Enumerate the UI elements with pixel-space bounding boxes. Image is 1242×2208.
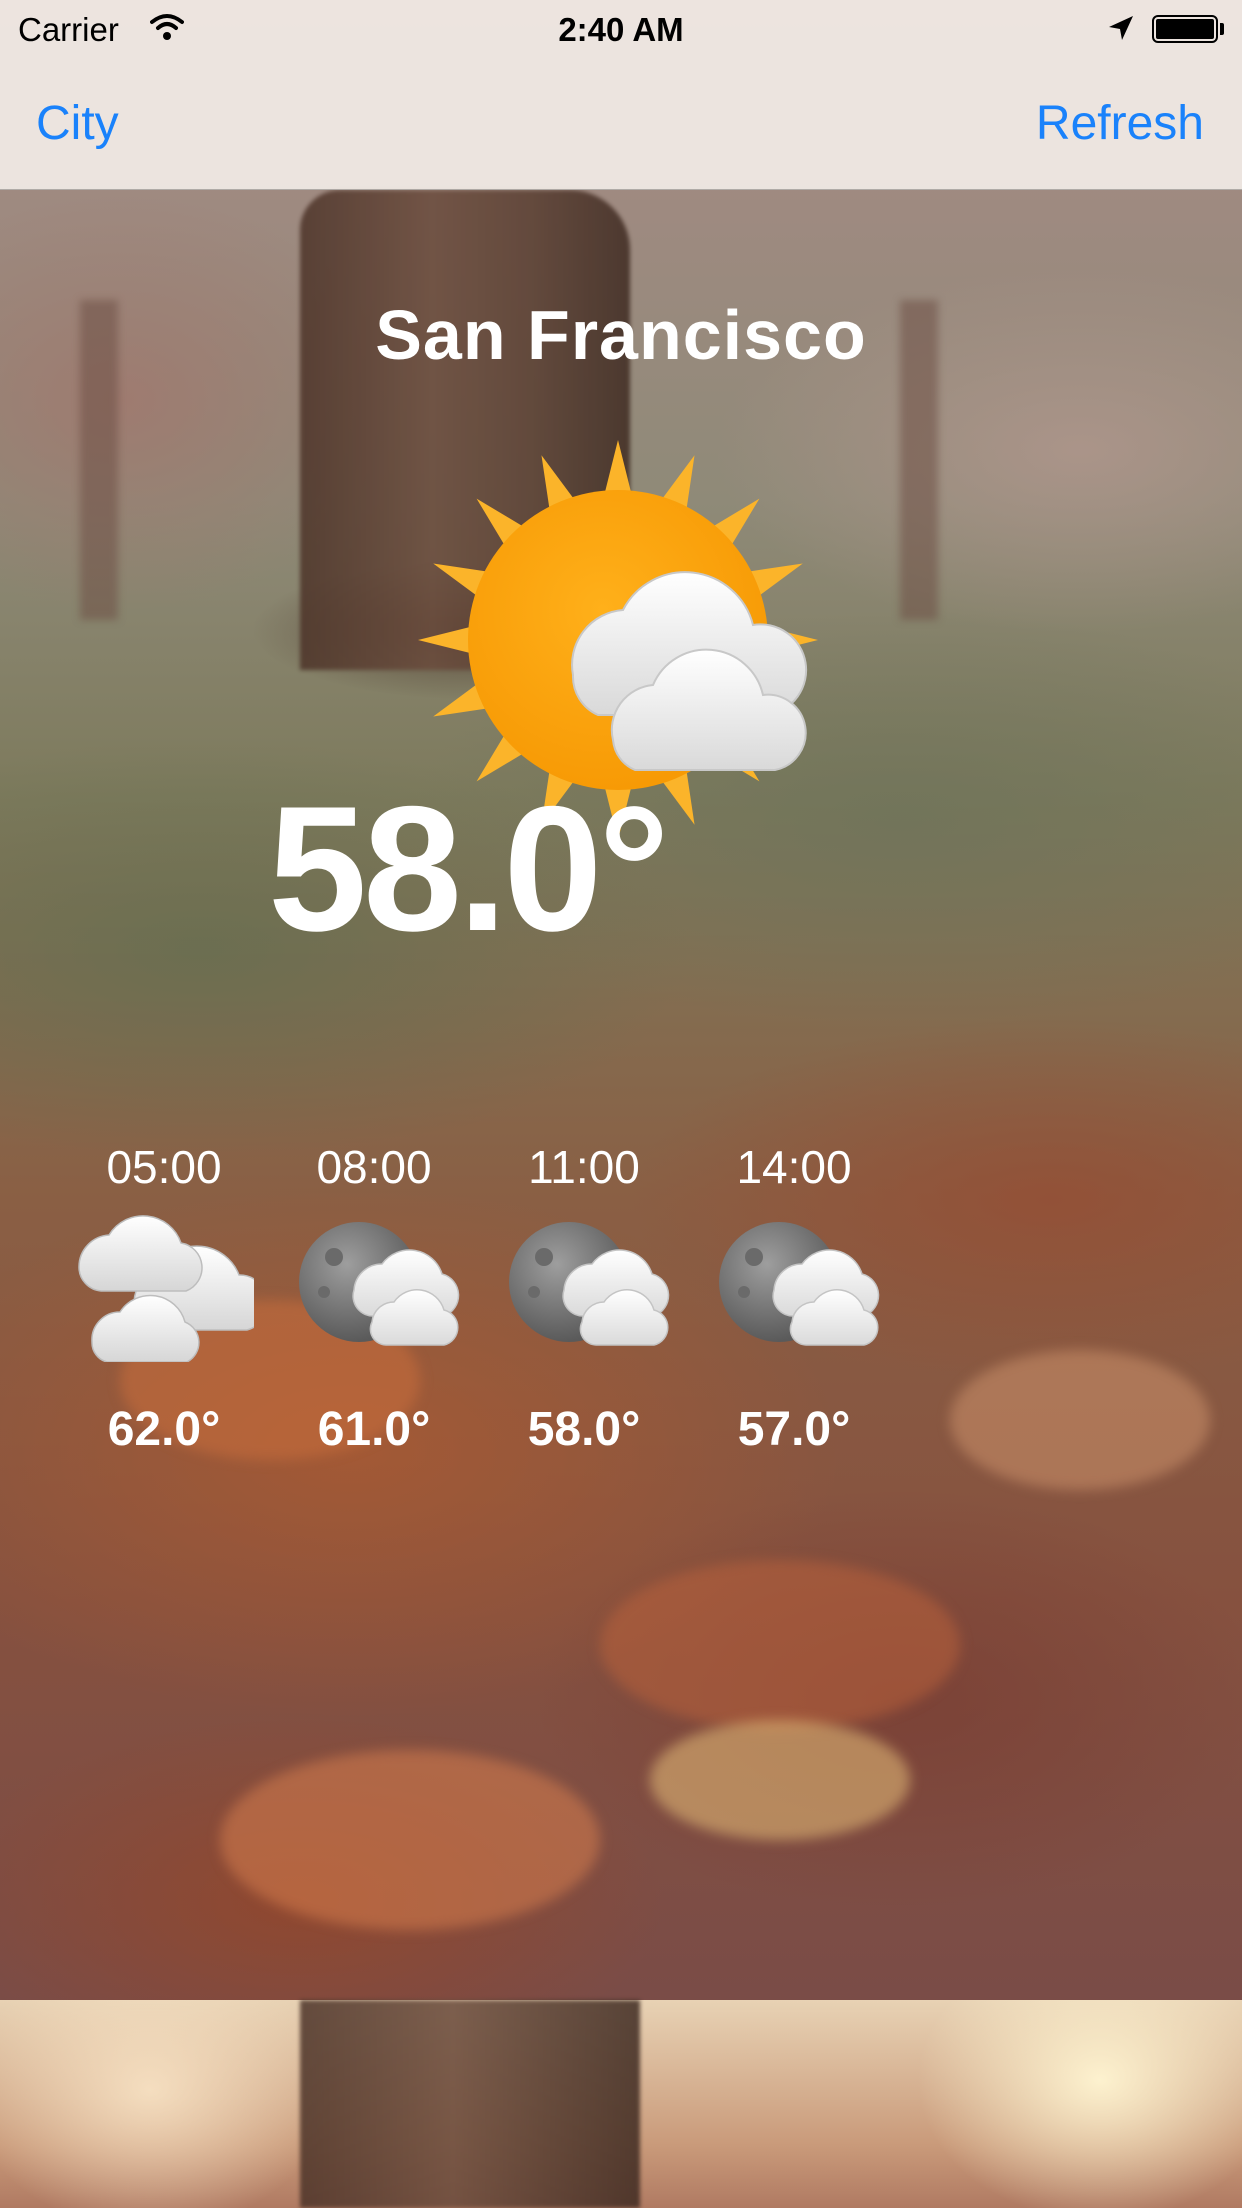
forecast-temperature: 57.0° [737,1403,851,1456]
status-time: 2:40 AM [558,11,684,48]
forecast-temperature: 61.0° [317,1403,431,1456]
battery-tip [1220,23,1224,35]
forecast-item: 11:00 58.0° [494,1140,674,1457]
forecast-time: 08:00 [316,1141,432,1193]
refresh-button[interactable]: Refresh [1036,96,1204,151]
battery-icon [1152,15,1218,43]
forecast-item: 14:00 57.0° [704,1140,884,1457]
background-leaves [600,1560,960,1730]
moon-with-clouds-icon [719,1222,880,1346]
moon-with-clouds-icon [509,1222,670,1346]
forecast-item: 08:00 61.0° [284,1140,464,1457]
forecast-time: 05:00 [106,1141,222,1193]
background-leaves [950,1350,1210,1490]
forecast-temperature: 62.0° [107,1403,221,1456]
current-temperature: 58.0° [268,769,670,968]
moon-with-clouds-icon [299,1222,460,1346]
forecast-temperature: 58.0° [527,1403,641,1456]
background-leaves [650,1720,910,1840]
city-name: San Francisco [375,296,867,374]
forecast-time: 14:00 [736,1141,852,1193]
background-leaves [220,1750,600,1930]
background-next-page-trunk [300,2000,640,2208]
forecast-time: 11:00 [528,1141,640,1193]
city-button[interactable]: City [36,96,119,151]
status-bar: Carrier 2:40 AM [0,0,1242,60]
forecast-item: 05:00 62.0° [74,1140,254,1457]
location-arrow-icon [1109,16,1133,40]
cloudy-icon [78,1215,254,1362]
